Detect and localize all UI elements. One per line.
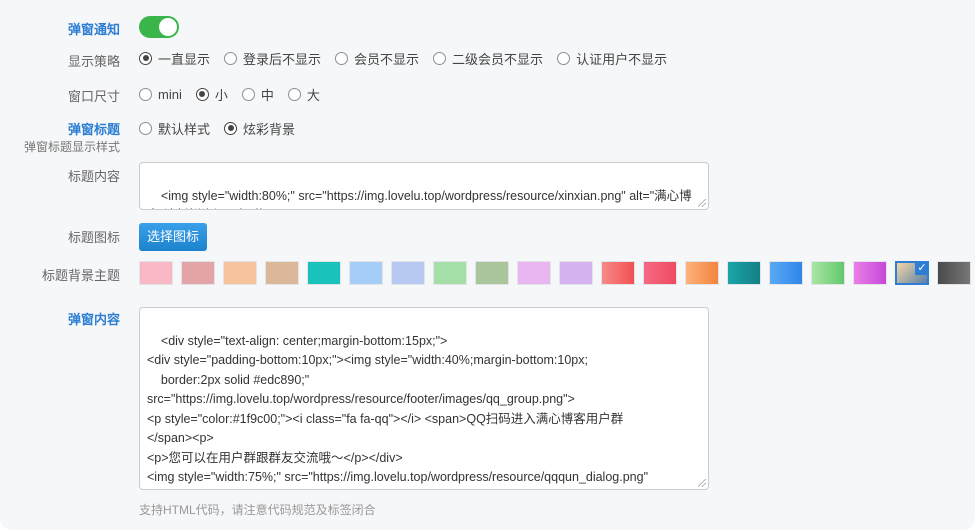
theme-swatch-10[interactable] (559, 261, 593, 285)
popup-title-option-label: 默认样式 (158, 121, 211, 137)
theme-swatch-15[interactable] (769, 261, 803, 285)
radio-circle-icon (224, 51, 238, 65)
window-size-option-3[interactable]: 大 (287, 85, 320, 104)
popup-notice-toggle[interactable] (139, 16, 179, 38)
title-bg-theme-swatches: ✓ (139, 261, 975, 285)
checkmark-icon: ✓ (915, 261, 929, 275)
theme-swatch-5[interactable] (349, 261, 383, 285)
theme-swatch-8[interactable] (475, 261, 509, 285)
window-size-option-2[interactable]: 中 (241, 85, 274, 104)
display-strategy-option-2[interactable]: 会员不显示 (335, 49, 419, 68)
window-size-label: 窗口尺寸 (67, 89, 120, 104)
radio-circle-icon (139, 121, 152, 135)
resize-grip-icon[interactable] (698, 199, 706, 207)
popup-title-option-1[interactable]: 炫彩背景 (224, 119, 295, 138)
display-strategy-label: 显示策略 (67, 54, 120, 69)
popup-title-option-label: 炫彩背景 (243, 121, 296, 137)
popup-content-text: <div style="text-align: center;margin-bo… (147, 333, 649, 485)
theme-swatch-18[interactable]: ✓ (895, 261, 929, 285)
theme-swatch-1[interactable] (181, 261, 215, 285)
window-size-option-label: 小 (214, 87, 228, 103)
select-icon-button[interactable]: 选择图标 (139, 223, 207, 251)
display-strategy-option-label: 二级会员不显示 (452, 51, 544, 67)
window-size-option-1[interactable]: 小 (195, 85, 228, 104)
theme-swatch-13[interactable] (685, 261, 719, 285)
theme-swatch-11[interactable] (601, 261, 635, 285)
theme-swatch-16[interactable] (811, 261, 845, 285)
theme-swatch-17[interactable] (853, 261, 887, 285)
window-size-option-label: 大 (306, 87, 320, 103)
popup-title-style-sublabel: 弹窗标题显示样式 (23, 140, 120, 154)
settings-panel: 弹窗通知 显示策略 一直显示 登录后不显示 会员不显示 二级会员不显示 认证用户不显示 … (0, 0, 975, 530)
theme-swatch-3[interactable] (265, 261, 299, 285)
popup-title-label: 弹窗标题 (67, 122, 120, 137)
popup-title-option-0[interactable]: 默认样式 (139, 119, 210, 138)
theme-swatch-4[interactable] (307, 261, 341, 285)
display-strategy-option-label: 认证用户不显示 (576, 51, 668, 67)
radio-circle-icon (287, 87, 301, 101)
title-content-label: 标题内容 (67, 169, 120, 184)
display-strategy-option-0[interactable]: 一直显示 (139, 49, 210, 68)
display-strategy-option-4[interactable]: 认证用户不显示 (557, 49, 667, 68)
popup-notice-label: 弹窗通知 (67, 22, 120, 37)
theme-swatch-12[interactable] (643, 261, 677, 285)
window-size-radio-group: mini 小 中 大 (139, 84, 334, 104)
theme-swatch-14[interactable] (727, 261, 761, 285)
popup-content-label: 弹窗内容 (67, 312, 120, 327)
theme-swatch-0[interactable] (139, 261, 173, 285)
display-strategy-option-label: 一直显示 (158, 51, 211, 67)
radio-circle-icon (557, 51, 571, 65)
title-content-text: <img style="width:80%;" src="https://img… (147, 188, 692, 210)
radio-circle-icon (335, 51, 349, 65)
radio-circle-icon (224, 121, 238, 135)
radio-circle-icon (139, 51, 152, 65)
theme-swatch-7[interactable] (433, 261, 467, 285)
display-strategy-option-label: 会员不显示 (354, 51, 420, 67)
radio-circle-icon (139, 87, 152, 101)
title-icon-label: 标题图标 (67, 230, 120, 245)
resize-grip-icon[interactable] (698, 479, 706, 487)
title-content-textarea[interactable]: <img style="width:80%;" src="https://img… (139, 162, 709, 210)
display-strategy-radio-group: 一直显示 登录后不显示 会员不显示 二级会员不显示 认证用户不显示 (139, 48, 681, 68)
html-support-hint: 支持HTML代码，请注意代码规范及标签闭合 (139, 503, 376, 517)
radio-circle-icon (195, 87, 209, 101)
window-size-option-label: 中 (260, 87, 274, 103)
display-strategy-option-1[interactable]: 登录后不显示 (224, 49, 321, 68)
theme-swatch-9[interactable] (517, 261, 551, 285)
window-size-option-label: mini (158, 86, 182, 102)
radio-circle-icon (241, 87, 255, 101)
theme-swatch-2[interactable] (223, 261, 257, 285)
popup-title-radio-group: 默认样式 炫彩背景 (139, 118, 309, 138)
theme-swatch-6[interactable] (391, 261, 425, 285)
radio-circle-icon (433, 51, 447, 65)
theme-swatch-19[interactable] (937, 261, 971, 285)
display-strategy-option-3[interactable]: 二级会员不显示 (433, 49, 543, 68)
title-bg-theme-label: 标题背景主题 (41, 268, 120, 283)
toggle-knob (159, 18, 177, 36)
window-size-option-0[interactable]: mini (139, 87, 182, 102)
popup-content-textarea[interactable]: <div style="text-align: center;margin-bo… (139, 307, 709, 490)
display-strategy-option-label: 登录后不显示 (243, 51, 322, 67)
